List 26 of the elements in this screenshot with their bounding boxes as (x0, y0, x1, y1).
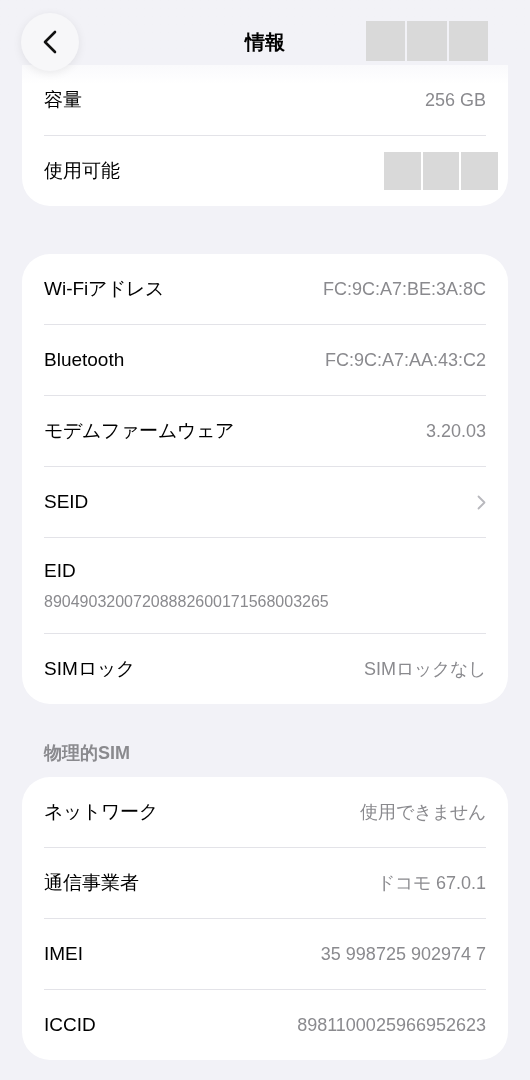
row-label: ICCID (44, 1012, 96, 1037)
row-value: 8981100025966952623 (297, 1013, 486, 1037)
row-value: 3.20.03 (425, 419, 486, 443)
row-label: 容量 (44, 87, 82, 112)
row-value: FC:9C:A7:BE:3A:8C (322, 277, 486, 301)
row-label: EID (44, 559, 77, 584)
back-icon (43, 30, 57, 54)
row-label: SIMロック (44, 656, 135, 681)
row-label: 通信事業者 (44, 870, 139, 895)
row-value: 256 GB (424, 88, 486, 112)
row-value: 使用できません (360, 800, 486, 824)
row-value: FC:9C:A7:AA:43:C2 (324, 348, 486, 372)
list-row[interactable]: SEID (44, 467, 486, 537)
row-label: Wi-Fiアドレス (44, 276, 165, 301)
row-label: モデムファームウェア (44, 418, 234, 443)
row-value: SIMロックなし (364, 657, 486, 681)
row-label: IMEI (44, 941, 84, 966)
row-value: 89049032007208882600171568003265 (44, 591, 330, 612)
row-label: 使用可能 (44, 158, 120, 183)
page-title: 情報 (245, 30, 285, 55)
section-header: 物理的SIM (44, 743, 130, 763)
chevron-right-icon (477, 494, 486, 510)
row-label: Bluetooth (44, 347, 125, 372)
row-label: ネットワーク (44, 799, 158, 824)
row-value: ドコモ 67.0.1 (376, 871, 486, 895)
row-value: 35 998725 902974 7 (320, 942, 486, 966)
